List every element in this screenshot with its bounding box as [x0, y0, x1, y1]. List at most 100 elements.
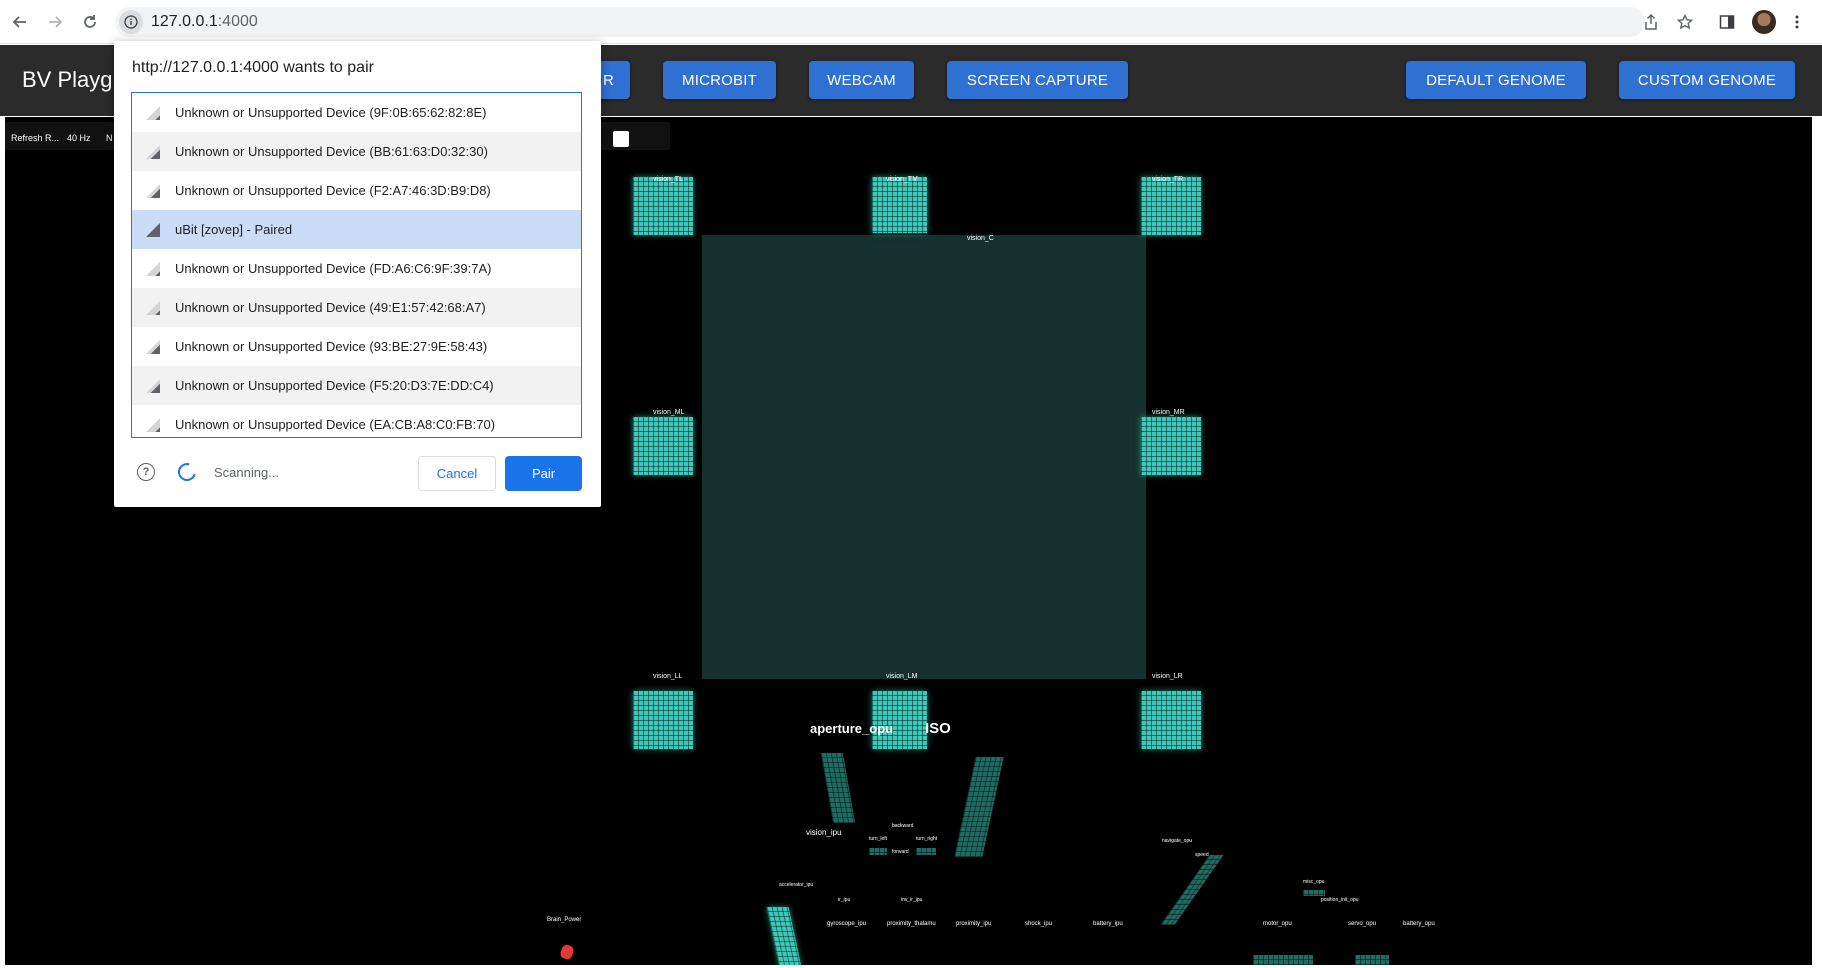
forward-label: forward — [892, 849, 909, 855]
vision-mr-block[interactable] — [1141, 417, 1201, 475]
signal-strength-icon — [146, 145, 160, 159]
vision-ipu-label: vision_ipu — [806, 828, 842, 837]
default-genome-button[interactable]: DEFAULT GENOME — [1406, 61, 1586, 99]
accelerator-ipu-label: accelerator_ipu — [779, 882, 814, 888]
refresh-rate-value[interactable]: 40 Hz — [67, 133, 91, 143]
inv-ir-ipu-label: inv_ir_ipu — [901, 897, 923, 903]
vision-tl-block[interactable] — [633, 177, 693, 235]
turn-right-label: turn_right — [916, 836, 938, 842]
signal-strength-icon — [146, 418, 160, 432]
vision-ll-block[interactable] — [633, 691, 693, 749]
custom-genome-button[interactable]: CUSTOM GENOME — [1619, 61, 1795, 99]
device-name: Unknown or Unsupported Device (9F:0B:65:… — [175, 105, 487, 120]
device-name: Unknown or Unsupported Device (93:BE:27:… — [175, 339, 488, 354]
vision-tr-block[interactable] — [1141, 177, 1201, 235]
pair-button[interactable]: Pair — [505, 456, 582, 491]
toolbar-partial-label: N — [106, 133, 113, 143]
device-list-item[interactable]: Unknown or Unsupported Device (EA:CB:A8:… — [132, 405, 581, 437]
screen-capture-button[interactable]: SCREEN CAPTURE — [947, 61, 1128, 99]
toolbar-icon[interactable] — [613, 131, 629, 147]
position-init-opu-label: position_init_opu — [1321, 897, 1359, 903]
forward-arrow-icon[interactable] — [43, 10, 67, 34]
pair-dialog: http://127.0.0.1:4000 wants to pair Unkn… — [114, 41, 601, 507]
turn-right-block[interactable] — [916, 848, 936, 855]
device-name: Unknown or Unsupported Device (BB:61:63:… — [175, 144, 488, 159]
microbit-button[interactable]: MICROBIT — [663, 61, 776, 99]
vision-tm-block[interactable] — [872, 177, 927, 233]
device-list[interactable]: Unknown or Unsupported Device (9F:0B:65:… — [131, 92, 582, 438]
vision-ml-label: vision_ML — [653, 409, 685, 416]
device-name: Unknown or Unsupported Device (F5:20:D3:… — [175, 378, 494, 393]
page-margin-right — [1812, 117, 1822, 968]
app-title: BV Playg — [22, 67, 113, 92]
motor-block[interactable] — [1253, 955, 1313, 965]
device-list-item[interactable]: Unknown or Unsupported Device (9F:0B:65:… — [132, 93, 581, 132]
ir-ipu-label: ir_ipu — [838, 897, 851, 903]
profile-avatar[interactable] — [1752, 10, 1776, 34]
device-name: Unknown or Unsupported Device (F2:A7:46:… — [175, 183, 491, 198]
brain-power-label: Brain_Power — [547, 917, 582, 923]
vision-tm-label: vision_TM — [886, 176, 918, 183]
device-list-item[interactable]: Unknown or Unsupported Device (93:BE:27:… — [132, 327, 581, 366]
aperture-block[interactable] — [954, 757, 1004, 857]
star-icon[interactable] — [1674, 11, 1696, 33]
vision-mr-label: vision_MR — [1152, 409, 1185, 416]
sidebar-icon[interactable] — [1716, 11, 1738, 33]
vision-lm-block[interactable] — [872, 691, 927, 749]
accelerator-block[interactable] — [766, 907, 802, 965]
navigate-block[interactable] — [1160, 855, 1224, 925]
misc-block[interactable] — [1303, 890, 1325, 896]
scanning-spinner-icon — [174, 459, 200, 485]
vision-ml-block[interactable] — [633, 417, 693, 475]
menu-icon[interactable] — [1786, 11, 1808, 33]
battery-ipu-label: battery_ipu — [1093, 921, 1123, 927]
device-list-item[interactable]: Unknown or Unsupported Device (F5:20:D3:… — [132, 366, 581, 405]
vision-ipu-block[interactable] — [820, 753, 856, 823]
aperture-opu-label: aperture_opu — [810, 721, 894, 736]
device-list-item[interactable]: Unknown or Unsupported Device (BB:61:63:… — [132, 132, 581, 171]
shock-ipu-label: shock_ipu — [1025, 921, 1053, 927]
signal-strength-icon — [146, 301, 160, 315]
vision-lr-block[interactable] — [1141, 691, 1201, 749]
device-list-item[interactable]: Unknown or Unsupported Device (49:E1:57:… — [132, 288, 581, 327]
device-name: Unknown or Unsupported Device (EA:CB:A8:… — [175, 417, 496, 432]
reload-icon[interactable] — [78, 10, 102, 34]
browser-toolbar: 127.0.0.1:4000 — [0, 0, 1822, 44]
webcam-button[interactable]: WEBCAM — [809, 61, 914, 99]
navigate-opu-label: navigate_opu — [1162, 838, 1193, 844]
url-host: 127.0.0.1 — [151, 13, 218, 30]
signal-strength-icon — [146, 340, 160, 354]
turn-left-block[interactable] — [869, 848, 887, 855]
servo-block[interactable] — [1355, 955, 1389, 965]
turn-left-label: turn_left — [869, 836, 888, 842]
help-icon[interactable]: ? — [137, 463, 155, 481]
vision-lr-label: vision_LR — [1152, 673, 1183, 680]
share-icon[interactable] — [1640, 11, 1662, 33]
gyroscope-ipu-label: gyroscope_ipu — [827, 921, 867, 927]
address-bar[interactable]: 127.0.0.1:4000 — [115, 7, 1645, 37]
url-port: :4000 — [217, 13, 258, 30]
cancel-button[interactable]: Cancel — [418, 456, 496, 491]
backward-label: backward — [892, 823, 914, 829]
brain-power-node[interactable] — [558, 943, 576, 961]
info-icon[interactable] — [119, 10, 143, 34]
misc-opu-label: misc_opu — [1303, 879, 1325, 885]
servo-opu-label: servo_opu — [1348, 921, 1377, 927]
vision-c-area — [702, 235, 1146, 679]
refresh-rate-label[interactable]: Refresh R... — [11, 133, 59, 143]
vision-lm-label: vision_LM — [886, 673, 918, 680]
device-name: Unknown or Unsupported Device (FD:A6:C6:… — [175, 261, 492, 276]
signal-strength-icon — [146, 262, 160, 276]
device-list-item[interactable]: Unknown or Unsupported Device (F2:A7:46:… — [132, 171, 581, 210]
device-list-item[interactable]: Unknown or Unsupported Device (FD:A6:C6:… — [132, 249, 581, 288]
signal-strength-icon — [146, 184, 160, 198]
back-arrow-icon[interactable] — [8, 10, 32, 34]
proximity-thalamus-label: proximity_thalamu — [887, 921, 936, 927]
signal-strength-icon — [146, 379, 160, 393]
vision-tr-label: vision_TR — [1152, 176, 1184, 183]
device-list-item[interactable]: uBit [zovep] - Paired — [132, 210, 581, 249]
vision-c-label: vision_C — [967, 235, 994, 242]
signal-strength-icon — [146, 106, 160, 120]
url-text: 127.0.0.1:4000 — [151, 13, 258, 31]
vision-ll-label: vision_LL — [653, 673, 683, 680]
